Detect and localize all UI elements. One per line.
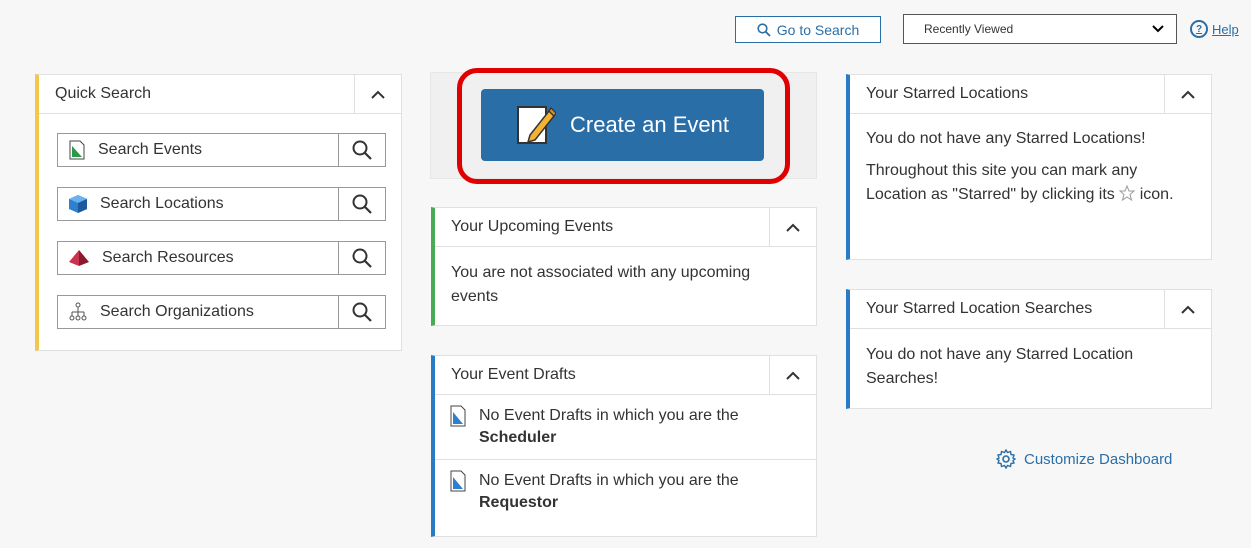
- search-locations-label: Search Locations: [100, 195, 224, 212]
- help-label: Help: [1212, 21, 1239, 37]
- starred-locations-hint: Throughout this site you can mark any Lo…: [866, 159, 1195, 207]
- event-drafts-collapse-button[interactable]: [769, 356, 816, 394]
- draft-item-requestor: No Event Drafts in which you are the Req…: [435, 460, 816, 524]
- starred-locations-panel: Your Starred Locations You do not have a…: [846, 74, 1212, 260]
- upcoming-events-message: You are not associated with any upcoming…: [451, 264, 751, 305]
- starred-locations-header: Your Starred Locations: [850, 75, 1211, 114]
- search-icon: [352, 302, 372, 322]
- search-resources-button[interactable]: Search Resources: [57, 241, 338, 275]
- starred-searches-collapse-button[interactable]: [1164, 290, 1211, 328]
- draft-requestor-text: No Event Drafts in which you are the: [479, 472, 739, 489]
- chevron-up-icon: [1181, 305, 1195, 314]
- upcoming-events-header: Your Upcoming Events: [435, 208, 816, 247]
- quick-search-collapse-button[interactable]: [354, 75, 401, 113]
- help-icon: ?: [1190, 20, 1208, 38]
- chevron-up-icon: [786, 371, 800, 380]
- starred-searches-title: Your Starred Location Searches: [866, 300, 1093, 317]
- resource-pyramid-icon: [69, 250, 89, 266]
- search-events-button[interactable]: Search Events: [57, 133, 338, 167]
- recently-viewed-value: Recently Viewed: [924, 22, 1014, 36]
- draft-scheduler-role: Scheduler: [479, 429, 557, 446]
- recently-viewed-dropdown[interactable]: Recently Viewed: [903, 14, 1177, 44]
- chevron-up-icon: [786, 223, 800, 232]
- star-icon: [1118, 184, 1136, 202]
- chevron-down-icon: [1152, 25, 1164, 33]
- event-document-icon: [69, 140, 85, 160]
- event-drafts-header: Your Event Drafts: [435, 356, 816, 395]
- event-drafts-panel: Your Event Drafts No Event Drafts in whi…: [431, 355, 817, 537]
- gear-icon: [996, 449, 1016, 469]
- draft-requestor-role: Requestor: [479, 494, 559, 511]
- search-icon: [352, 194, 372, 214]
- search-events-row: Search Events: [57, 133, 386, 167]
- search-organizations-go-button[interactable]: [338, 295, 386, 329]
- search-resources-go-button[interactable]: [338, 241, 386, 275]
- upcoming-events-title: Your Upcoming Events: [451, 218, 614, 235]
- draft-item-scheduler: No Event Drafts in which you are the Sch…: [435, 395, 816, 460]
- search-events-go-button[interactable]: [338, 133, 386, 167]
- search-organizations-button[interactable]: Search Organizations: [57, 295, 338, 329]
- quick-search-header: Quick Search: [39, 75, 401, 114]
- search-icon: [352, 248, 372, 268]
- customize-dashboard-link[interactable]: Customize Dashboard: [996, 449, 1172, 469]
- starred-searches-panel: Your Starred Location Searches You do no…: [846, 289, 1212, 409]
- highlight-box: [457, 68, 790, 184]
- organization-tree-icon: [69, 302, 87, 321]
- starred-locations-message: You do not have any Starred Locations!: [866, 130, 1146, 147]
- draft-document-icon: [450, 405, 466, 427]
- event-drafts-title: Your Event Drafts: [451, 366, 576, 383]
- go-to-search-label: Go to Search: [776, 21, 860, 38]
- go-to-search-button[interactable]: Go to Search: [735, 16, 881, 43]
- search-resources-label: Search Resources: [102, 249, 234, 266]
- customize-dashboard-label: Customize Dashboard: [1024, 450, 1173, 468]
- draft-document-icon: [450, 470, 466, 492]
- search-icon: [352, 140, 372, 160]
- upcoming-events-collapse-button[interactable]: [769, 208, 816, 246]
- upcoming-events-panel: Your Upcoming Events You are not associa…: [431, 207, 817, 326]
- starred-locations-title: Your Starred Locations: [866, 85, 1029, 102]
- starred-locations-hint-suffix: icon.: [1139, 186, 1174, 203]
- draft-scheduler-text: No Event Drafts in which you are the: [479, 407, 739, 424]
- search-locations-button[interactable]: Search Locations: [57, 187, 338, 221]
- search-organizations-row: Search Organizations: [57, 295, 386, 329]
- help-link[interactable]: ? Help: [1190, 20, 1239, 38]
- location-cube-icon: [69, 195, 87, 213]
- starred-searches-message: You do not have any Starred Location Sea…: [866, 346, 1134, 387]
- starred-searches-header: Your Starred Location Searches: [850, 290, 1211, 329]
- quick-search-title: Quick Search: [55, 85, 152, 102]
- chevron-up-icon: [371, 90, 385, 99]
- search-icon: [757, 22, 771, 37]
- search-events-label: Search Events: [98, 141, 203, 158]
- quick-search-panel: Quick Search Search Events Search Locati…: [35, 74, 402, 351]
- search-locations-row: Search Locations: [57, 187, 386, 221]
- starred-locations-body: You do not have any Starred Locations! T…: [850, 114, 1211, 217]
- search-resources-row: Search Resources: [57, 241, 386, 275]
- starred-locations-hint-text: Throughout this site you can mark any Lo…: [866, 162, 1138, 203]
- starred-locations-collapse-button[interactable]: [1164, 75, 1211, 113]
- search-locations-go-button[interactable]: [338, 187, 386, 221]
- chevron-up-icon: [1181, 90, 1195, 99]
- search-organizations-label: Search Organizations: [100, 303, 254, 320]
